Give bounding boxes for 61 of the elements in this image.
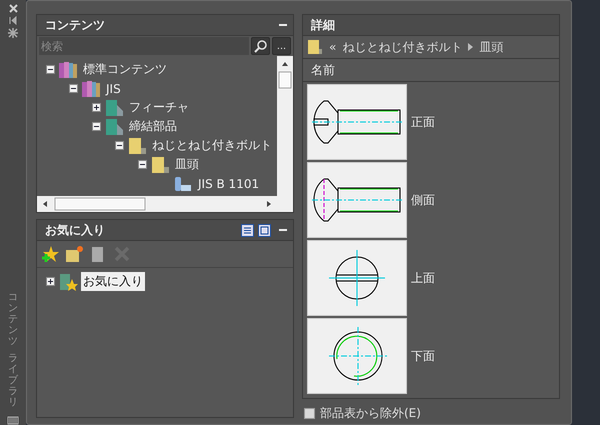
folder-icon [127,136,147,154]
book-icon [104,118,124,136]
vertical-scrollbar[interactable] [277,56,293,196]
horizontal-scrollbar[interactable] [37,196,293,212]
view-thumbnail[interactable] [307,162,407,238]
checkbox-label[interactable]: 部品表から除外(E) [320,405,421,422]
folder-icon [307,39,323,55]
properties-icon[interactable] [8,28,18,38]
view-thumbnail[interactable] [307,240,407,316]
column-header[interactable]: 名前 [303,59,559,82]
tree-item[interactable]: お気に入り [81,272,145,291]
bolt-icon [173,174,193,192]
tree-item[interactable]: ねじとねじ付きボルト [150,136,274,155]
tree-item[interactable]: 標準コンテンツ [81,60,169,79]
books-icon [81,80,101,98]
tree-item[interactable]: 皿頭 [173,155,201,174]
library-icon[interactable] [7,415,19,425]
search-field[interactable]: 検索 [39,37,249,55]
view-label: 正面 [411,114,435,130]
back-button[interactable]: « [329,40,336,54]
book-icon [104,98,124,116]
view-label: 上面 [411,270,435,286]
chevron-icon [468,43,474,51]
auto-hide-icon[interactable] [8,16,18,25]
books-icon [58,60,78,78]
more-button[interactable]: ... [272,37,291,55]
breadcrumb-item[interactable]: ねじとねじ付きボルト [342,38,462,56]
collapse-icon[interactable] [46,65,55,74]
close-icon[interactable] [8,4,18,13]
breadcrumb-item[interactable]: 皿頭 [479,38,504,56]
new-folder-icon[interactable] [65,245,83,263]
icon-view-icon[interactable] [258,224,271,236]
folder-star-icon [58,272,78,290]
palette-title: コンテンツ [8,292,18,347]
tree-item[interactable]: JIS B 1101 [196,176,262,192]
view-label: 側面 [411,192,435,208]
tree-item[interactable]: JIS [104,80,123,96]
expand-icon[interactable] [46,277,55,286]
tree-item[interactable]: フィーチャ [127,98,191,117]
collapse-icon[interactable] [69,84,78,93]
palette-title: ライブラリ [8,353,18,408]
search-button[interactable] [251,37,270,55]
panel-title: 詳細 [311,16,336,34]
list-view-icon[interactable] [241,224,254,236]
expand-icon[interactable] [92,103,101,112]
collapse-icon[interactable] [115,141,124,150]
tree-item[interactable]: 締結部品 [127,117,179,136]
collapse-icon[interactable] [138,160,147,169]
view-thumbnail[interactable] [307,318,407,394]
screw-bottom-drawing [327,325,387,387]
add-star-icon[interactable] [41,245,59,263]
view-thumbnail[interactable] [307,84,407,160]
screw-top-drawing [327,248,387,308]
view-label: 下面 [411,348,435,364]
search-icon [254,40,267,52]
collapse-icon[interactable] [92,122,101,131]
panel-title: コンテンツ [45,16,106,34]
checkbox[interactable] [304,408,315,419]
folder-icon [150,156,170,174]
panel-title: お気に入り [45,222,106,238]
minimize-icon[interactable] [279,24,287,26]
